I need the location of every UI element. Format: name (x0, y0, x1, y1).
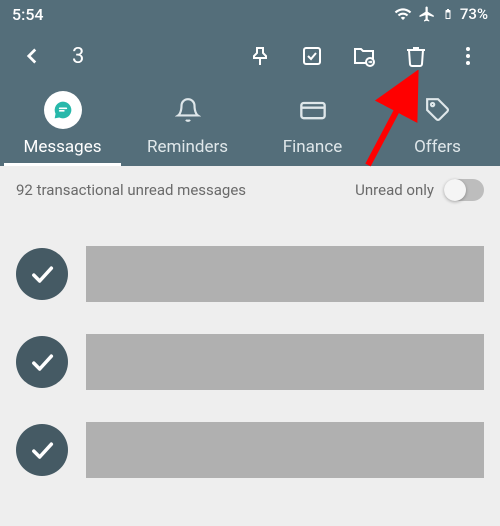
status-icons: 73% (394, 5, 488, 23)
wifi-icon (394, 5, 412, 23)
list-item[interactable] (16, 422, 484, 478)
unread-summary: 92 transactional unread messages (16, 181, 246, 199)
tab-offers[interactable]: Offers (375, 84, 500, 166)
delete-button[interactable] (392, 32, 440, 80)
status-time: 5:54 (12, 5, 44, 24)
airplane-icon (418, 5, 436, 23)
list-item[interactable] (16, 334, 484, 390)
list-item[interactable] (16, 246, 484, 302)
selected-check-icon[interactable] (16, 424, 68, 476)
selected-check-icon[interactable] (16, 336, 68, 388)
tag-icon (425, 93, 451, 127)
bell-icon (175, 93, 201, 127)
message-preview-placeholder (86, 334, 484, 390)
pin-button[interactable] (236, 32, 284, 80)
tab-messages[interactable]: Messages (0, 84, 125, 166)
status-bar: 5:54 73% (0, 0, 500, 28)
tab-label: Reminders (147, 137, 228, 157)
selected-count: 3 (60, 44, 232, 69)
selection-toolbar: 3 (0, 28, 500, 84)
unread-toggle-label: Unread only (355, 181, 434, 199)
tab-label: Offers (414, 137, 461, 157)
tab-label: Messages (24, 137, 102, 157)
message-preview-placeholder (86, 422, 484, 478)
filter-bar: 92 transactional unread messages Unread … (0, 166, 500, 214)
overflow-menu-button[interactable] (444, 32, 492, 80)
status-battery: 73% (460, 5, 488, 23)
tab-finance[interactable]: Finance (250, 84, 375, 166)
message-list (0, 246, 500, 478)
card-icon (299, 93, 327, 127)
select-all-button[interactable] (288, 32, 336, 80)
category-tabs: Messages Reminders Finance Offers (0, 84, 500, 166)
messages-icon (44, 91, 82, 129)
battery-icon (442, 5, 454, 23)
move-to-folder-button[interactable] (340, 32, 388, 80)
unread-only-toggle[interactable] (444, 179, 484, 201)
tab-label: Finance (283, 137, 342, 157)
selected-check-icon[interactable] (16, 248, 68, 300)
message-preview-placeholder (86, 246, 484, 302)
back-button[interactable] (8, 32, 56, 80)
tab-reminders[interactable]: Reminders (125, 84, 250, 166)
